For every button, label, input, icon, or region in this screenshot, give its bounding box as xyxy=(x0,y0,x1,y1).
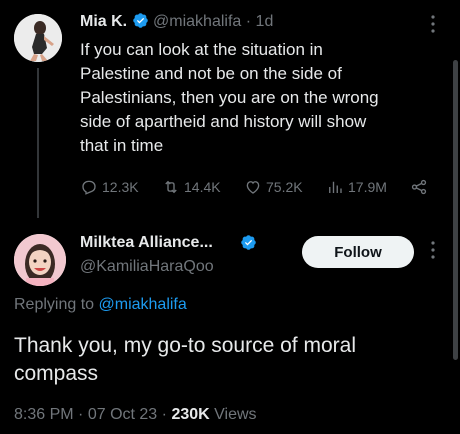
text-line: that in time xyxy=(80,136,164,155)
first-tweet-text: If you can look at the situation in Pale… xyxy=(80,38,440,158)
like-action[interactable]: 75.2K xyxy=(244,178,303,196)
replying-to-handle[interactable]: @miakhalifa xyxy=(99,296,187,313)
retweet-action[interactable]: 14.4K xyxy=(162,178,221,196)
text-line: Palestinians, then you are on the wrong xyxy=(80,88,379,107)
share-action[interactable] xyxy=(410,178,428,196)
meta-separator: · xyxy=(78,406,84,423)
thread-line xyxy=(37,68,39,218)
handle[interactable]: @miakhalifa xyxy=(153,13,241,30)
like-count: 75.2K xyxy=(266,179,303,195)
more-icon[interactable] xyxy=(430,14,436,34)
avatar-kamilia-image xyxy=(14,234,66,286)
views-label: Views xyxy=(214,406,257,423)
like-icon xyxy=(246,181,260,194)
views-count: 17.9M xyxy=(348,179,387,195)
text-line: If you can look at the situation in xyxy=(80,40,323,59)
text-line: Palestine and not be on the side of xyxy=(80,64,342,83)
display-name[interactable]: Mia K. xyxy=(80,13,127,30)
share-icon xyxy=(411,179,427,195)
text-line: Thank you, my go-to source of moral xyxy=(14,334,356,357)
replying-to: Replying to @miakhalifa xyxy=(14,296,187,314)
follow-button[interactable]: Follow xyxy=(302,236,414,268)
text-line: side of apartheid and history will show xyxy=(80,112,367,131)
tweet-age[interactable]: 1d xyxy=(256,13,274,30)
separator: · xyxy=(245,13,252,30)
verified-badge-icon xyxy=(132,12,149,29)
meta-separator: · xyxy=(161,406,167,423)
text-line: compass xyxy=(14,362,99,385)
reply-verified-badge-icon xyxy=(240,234,257,251)
retweet-count: 14.4K xyxy=(184,179,221,195)
reply-tweet-text: Thank you, my go-to source of moral comp… xyxy=(14,332,434,388)
reply-more-icon[interactable] xyxy=(430,240,436,260)
reply-count: 12.3K xyxy=(102,179,139,195)
avatar-kamilia[interactable] xyxy=(14,234,66,286)
avatar-mia[interactable] xyxy=(14,14,62,62)
replying-to-label: Replying to xyxy=(14,296,95,313)
views-total: 230K xyxy=(171,406,210,423)
tweet-date[interactable]: 07 Oct 23 xyxy=(88,406,157,423)
views-action[interactable]: 17.9M xyxy=(326,178,387,196)
first-tweet-header: Mia K. @miakhalifa · 1d xyxy=(80,12,273,31)
tweet-time[interactable]: 8:36 PM xyxy=(14,406,74,423)
reply-action[interactable]: 12.3K xyxy=(80,178,139,196)
tweet-meta: 8:36 PM · 07 Oct 23 · 230K Views xyxy=(14,406,257,424)
reply-display-name[interactable]: Milktea Alliance... xyxy=(80,234,213,252)
views-icon xyxy=(329,181,342,193)
retweet-icon xyxy=(165,180,177,194)
reply-handle[interactable]: @KamiliaHaraQoo xyxy=(80,258,214,276)
reply-icon xyxy=(82,180,96,195)
avatar-mia-image xyxy=(14,14,62,62)
scrollbar[interactable] xyxy=(453,60,458,360)
